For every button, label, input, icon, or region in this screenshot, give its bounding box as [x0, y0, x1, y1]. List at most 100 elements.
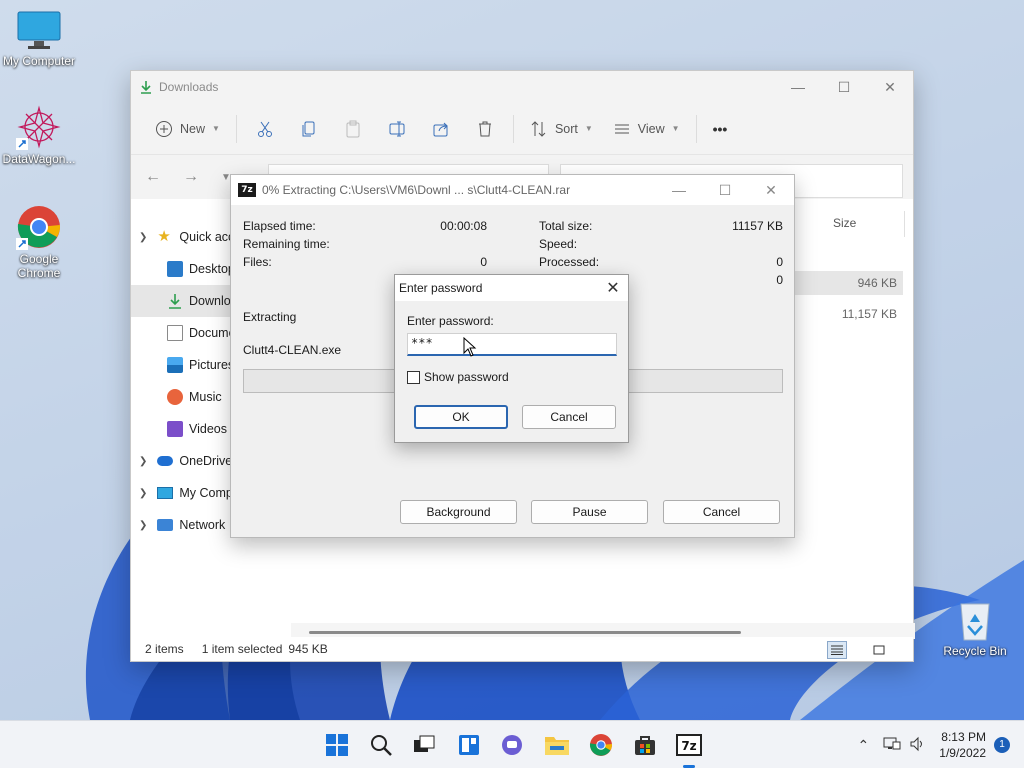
sidebar-item-label: Videos	[189, 422, 227, 436]
explorer-title: Downloads	[139, 80, 218, 94]
sort-button[interactable]: Sort ▼	[520, 113, 603, 145]
password-input[interactable]: ***	[407, 333, 617, 356]
background-button[interactable]: Background	[400, 500, 517, 524]
file-row-size[interactable]: 946 KB	[791, 271, 903, 295]
delete-icon[interactable]	[474, 118, 496, 140]
chrome-icon[interactable]	[587, 731, 615, 759]
onedrive-icon	[157, 456, 174, 466]
desktop-icon-label: My Computer	[2, 54, 76, 68]
ok-button[interactable]: OK	[414, 405, 508, 429]
password-label: Enter password:	[407, 314, 494, 328]
stat-value	[689, 237, 783, 255]
chevron-down-icon: ▼	[212, 124, 220, 133]
store-icon[interactable]	[631, 731, 659, 759]
desktop-icon-google-chrome[interactable]: Google Chrome	[0, 204, 81, 280]
file-row-size[interactable]: 11,157 KB	[791, 302, 903, 326]
desktop-icon-recycle-bin[interactable]: Recycle Bin	[933, 598, 1017, 658]
sidebar-item-label: Desktop	[189, 262, 235, 276]
rename-icon[interactable]	[386, 118, 408, 140]
maximize-button[interactable]: ☐	[821, 72, 867, 102]
close-icon[interactable]: ✕	[598, 278, 628, 298]
volume-icon[interactable]	[909, 736, 925, 755]
forward-arrow-icon[interactable]: →	[183, 168, 199, 186]
monitor-icon	[17, 11, 61, 49]
7zip-title: 0% Extracting C:\Users\VM6\Downl ... s\C…	[262, 183, 571, 197]
svg-text:7z: 7z	[681, 739, 696, 753]
music-icon	[167, 389, 183, 405]
widgets-icon[interactable]	[455, 731, 483, 759]
view-button[interactable]: View ▼	[603, 113, 690, 145]
network-status-icon[interactable]	[883, 736, 901, 755]
clock-date: 1/9/2022	[939, 746, 986, 760]
chevron-down-icon: ▼	[671, 124, 680, 133]
more-options-button[interactable]: •••	[703, 113, 738, 145]
desktop-icon-my-computer[interactable]: My Computer	[0, 10, 81, 68]
view-icon	[614, 124, 629, 133]
back-arrow-icon[interactable]: ←	[145, 168, 161, 186]
cut-icon[interactable]	[254, 118, 276, 140]
mouse-cursor-icon	[463, 337, 477, 357]
explorer-toolbar: New ▼ Sort ▼ View ▼ •••	[131, 103, 913, 155]
stat-label: Processed:	[539, 255, 600, 269]
status-bar: 2 items 1 item selected 945 KB	[131, 637, 913, 661]
show-password-checkbox[interactable]: Show password	[407, 370, 509, 384]
close-button[interactable]: ✕	[748, 175, 794, 205]
chevron-right-icon: ❯	[139, 455, 148, 467]
toolbar-divider	[695, 114, 697, 143]
minimize-button[interactable]: —	[656, 175, 702, 205]
desktop-folder-icon	[167, 261, 183, 277]
recycle-bin-icon	[960, 603, 990, 641]
chrome-icon	[16, 206, 61, 250]
pause-button[interactable]: Pause	[531, 500, 648, 524]
file-explorer-icon[interactable]	[543, 731, 571, 759]
stat-value	[393, 237, 487, 255]
show-password-label: Show password	[424, 370, 509, 384]
start-icon[interactable]	[323, 731, 351, 759]
7zip-icon: 7z	[238, 183, 256, 197]
horizontal-scrollbar-thumb[interactable]	[309, 631, 741, 634]
extract-status: Extracting	[243, 310, 297, 324]
7zip-icon[interactable]: 7z	[675, 731, 703, 759]
share-icon[interactable]	[430, 118, 452, 140]
teams-chat-icon[interactable]	[498, 731, 526, 759]
sidebar-item-label: Network	[179, 518, 226, 532]
datawagon-icon	[16, 105, 61, 150]
new-label: New	[180, 121, 206, 136]
tiles-view-icon[interactable]	[869, 641, 889, 659]
sidebar-item-label: OneDrive	[179, 454, 233, 468]
cancel-button[interactable]: Cancel	[522, 405, 616, 429]
paste-icon[interactable]	[342, 118, 364, 140]
details-view-icon[interactable]	[827, 641, 847, 659]
item-count: 2 items	[145, 642, 184, 656]
taskbar: 7z ⌃ 8:13 PM 1/9/2022 1	[0, 720, 1024, 768]
maximize-button[interactable]: ☐	[702, 175, 748, 205]
close-button[interactable]: ✕	[867, 72, 913, 102]
new-button[interactable]: New ▼	[145, 113, 230, 145]
minimize-button[interactable]: —	[775, 72, 821, 102]
current-file-name: Clutt4-CLEAN.exe	[243, 343, 342, 357]
sidebar-item-label: Pictures	[189, 358, 235, 372]
documents-icon	[167, 325, 183, 341]
stat-label: Total size:	[539, 219, 593, 233]
copy-icon[interactable]	[298, 118, 320, 140]
task-view-icon[interactable]	[410, 731, 438, 759]
progress-stats-left: Elapsed time: 00:00:08 Remaining time: Fi…	[243, 219, 487, 273]
search-icon[interactable]	[367, 731, 395, 759]
column-header-size[interactable]: Size	[833, 216, 856, 230]
7zip-titlebar[interactable]: 7z 0% Extracting C:\Users\VM6\Downl ... …	[231, 175, 794, 205]
cancel-button[interactable]: Cancel	[663, 500, 780, 524]
desktop-icon-label: DataWagon...	[2, 152, 76, 166]
explorer-titlebar[interactable]: Downloads — ☐ ✕	[131, 71, 913, 103]
checkbox-box[interactable]	[407, 370, 420, 384]
toolbar-divider	[512, 114, 514, 143]
stat-value: 0	[480, 255, 487, 269]
stat-value: 11157 KB	[732, 219, 783, 233]
clock[interactable]: 8:13 PM 1/9/2022	[939, 729, 986, 761]
clock-time: 8:13 PM	[941, 730, 986, 744]
notification-badge[interactable]: 1	[994, 737, 1010, 753]
chevron-down-icon: ▼	[584, 124, 593, 133]
chevron-up-icon[interactable]: ⌃	[858, 737, 870, 754]
desktop-icon-datawagon[interactable]: DataWagon...	[0, 104, 81, 166]
dialog-titlebar[interactable]: Enter password ✕	[395, 275, 628, 301]
stat-label: Speed:	[539, 237, 578, 251]
